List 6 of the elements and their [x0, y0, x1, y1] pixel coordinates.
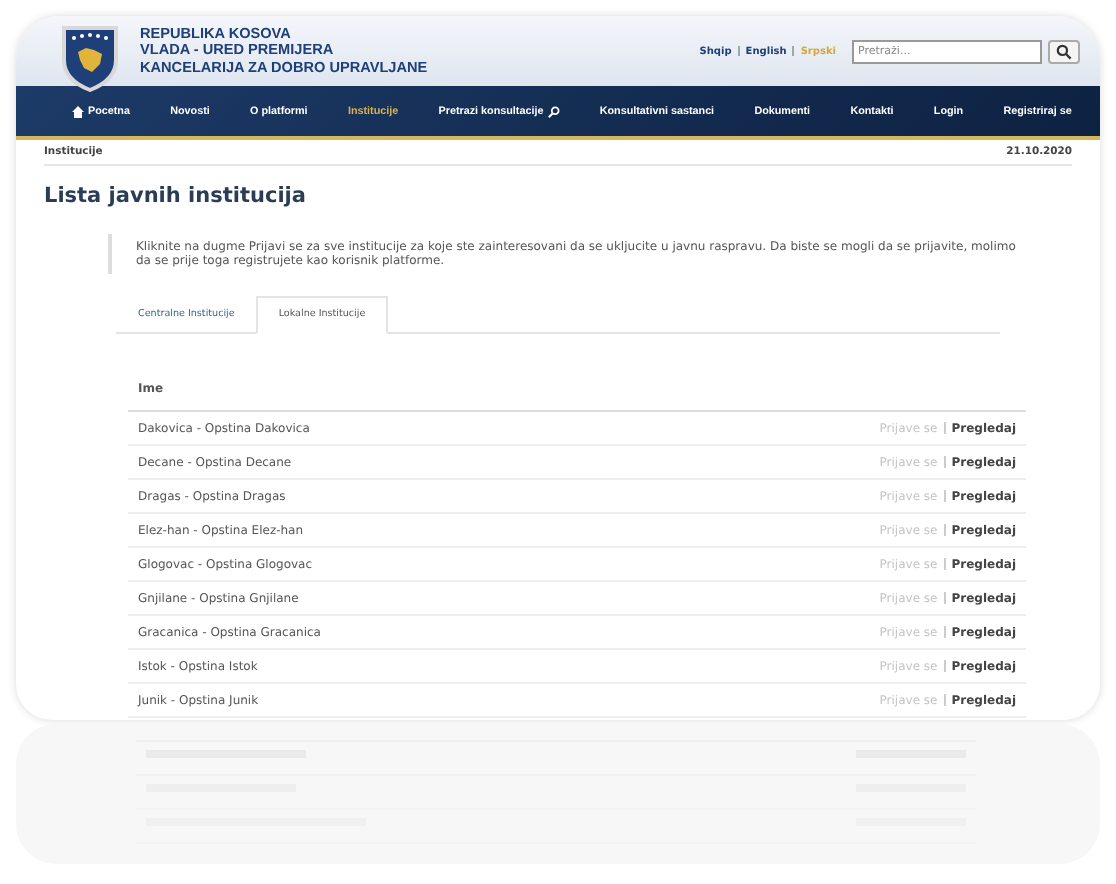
home-icon: [72, 105, 84, 117]
search-icon: [1056, 43, 1072, 59]
emblem-icon: [60, 23, 120, 91]
search-icon: [547, 105, 560, 117]
page-title: Lista javnih institucija: [44, 184, 308, 208]
search-button[interactable]: [1048, 39, 1080, 63]
